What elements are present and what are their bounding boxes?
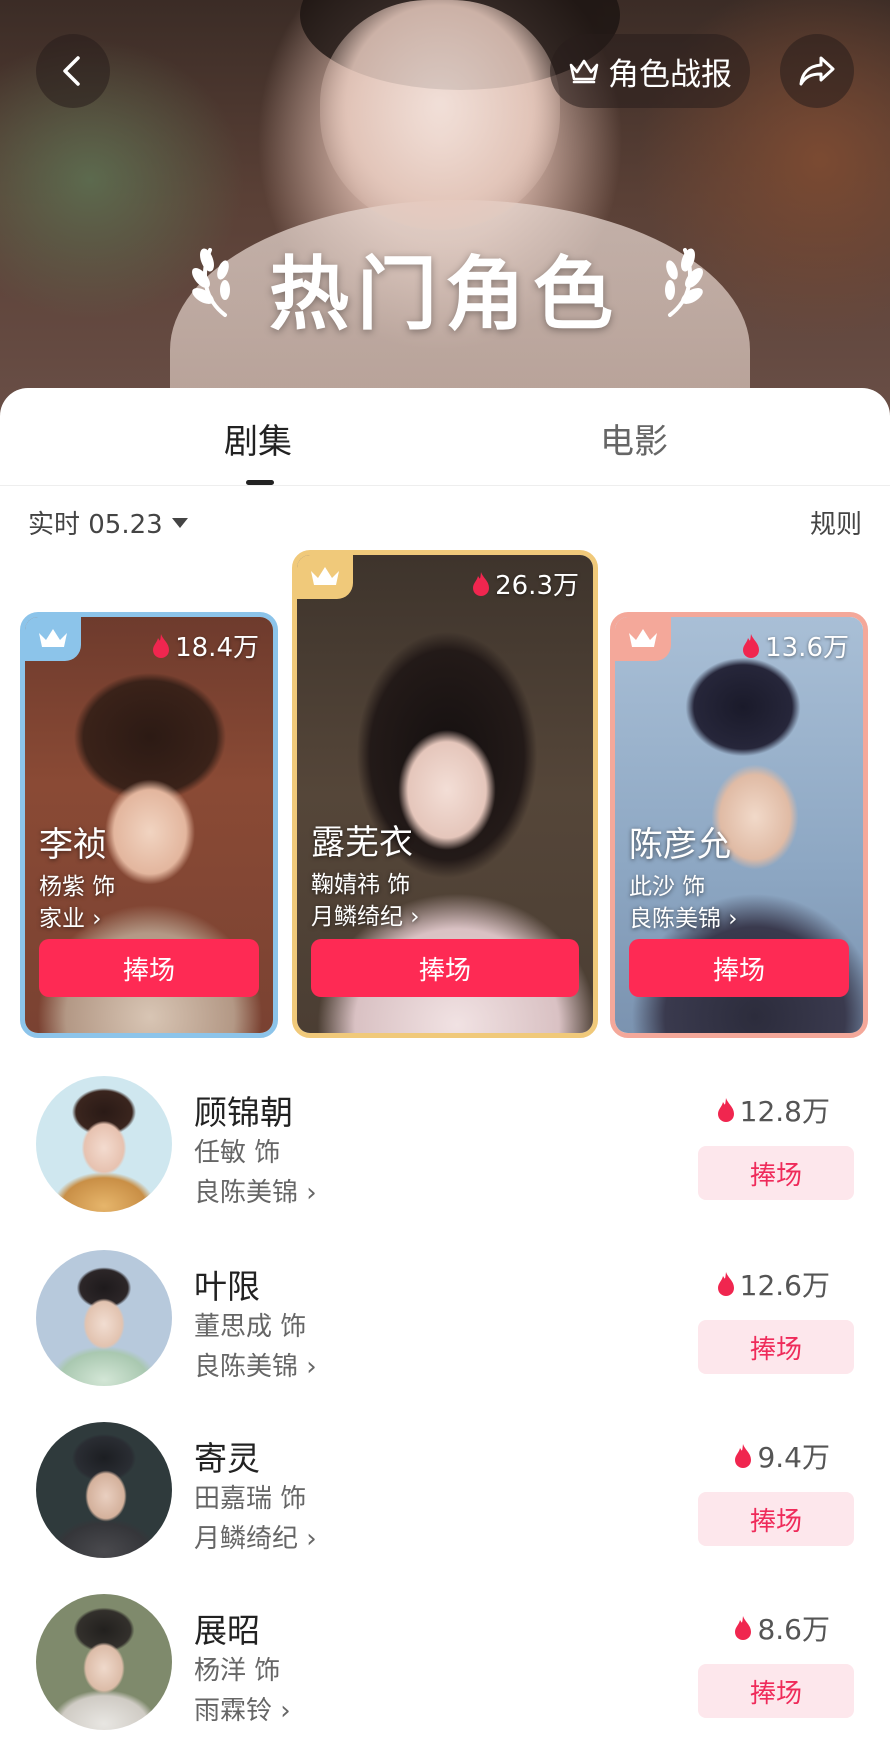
avatar xyxy=(36,1076,172,1212)
heat-value: 26.3万 xyxy=(495,571,579,601)
heat-count: 13.6万 xyxy=(741,627,849,664)
drama-link[interactable]: 家业 › xyxy=(39,899,102,933)
role-report-button[interactable]: 角色战报 xyxy=(550,34,750,108)
laurel-right-icon xyxy=(665,248,703,317)
top-card-rank-1[interactable]: 26.3万 露芜衣 鞠婧祎 饰 月鳞绮纪 › 捧场 xyxy=(292,550,598,1038)
tab-series[interactable]: 剧集 xyxy=(224,414,292,463)
drama-link[interactable]: 良陈美锦 › xyxy=(194,1172,317,1209)
hero-photo-face xyxy=(320,0,560,230)
hero-banner: 角色战报 热门角色 xyxy=(0,0,890,440)
drama-link[interactable]: 雨霖铃 › xyxy=(194,1690,291,1727)
drama-title: 月鳞绮纪 xyxy=(194,1524,299,1554)
crown-icon xyxy=(311,567,339,585)
active-tab-indicator xyxy=(246,480,274,485)
rules-link[interactable]: 规则 xyxy=(810,504,862,541)
role-name: 李祯 xyxy=(39,825,107,865)
chevron-left-icon xyxy=(63,56,80,86)
drama-title: 良陈美锦 xyxy=(194,1178,299,1208)
role-name: 露芜衣 xyxy=(311,823,413,863)
rank-badge xyxy=(615,617,671,661)
crown-icon xyxy=(39,629,67,647)
avatar xyxy=(36,1422,172,1558)
list-item[interactable]: 叶限 董思成 饰 良陈美锦 › 12.6万 捧场 xyxy=(0,1250,890,1410)
list-item[interactable]: 寄灵 田嘉瑞 饰 月鳞绮纪 › 9.4万 捧场 xyxy=(0,1422,890,1582)
actor-name: 杨紫 饰 xyxy=(39,874,116,900)
tab-movies[interactable]: 电影 xyxy=(600,414,668,463)
flame-icon xyxy=(717,1098,734,1122)
heat-value: 13.6万 xyxy=(765,633,849,663)
crown-icon xyxy=(629,629,657,647)
avatar xyxy=(36,1594,172,1730)
filter-row: 实时 05.23 规则 xyxy=(28,504,862,544)
heat-count: 12.6万 xyxy=(716,1264,830,1304)
role-name: 顾锦朝 xyxy=(194,1093,293,1132)
heat-count: 12.8万 xyxy=(716,1090,830,1130)
category-tabs: 剧集 电影 xyxy=(0,388,890,486)
support-button[interactable]: 捧场 xyxy=(629,939,849,997)
rank-badge xyxy=(297,555,353,599)
flame-icon xyxy=(735,1444,752,1468)
drama-link[interactable]: 月鳞绮纪 › xyxy=(194,1518,317,1555)
actor-name: 鞠婧祎 饰 xyxy=(311,872,411,898)
drama-title: 家业 xyxy=(39,906,85,932)
drama-title: 月鳞绮纪 xyxy=(311,904,403,930)
heat-count: 9.4万 xyxy=(733,1436,830,1476)
role-name: 展昭 xyxy=(194,1611,260,1650)
top-card-rank-2[interactable]: 18.4万 李祯 杨紫 饰 家业 › 捧场 xyxy=(20,612,278,1038)
drama-title: 雨霖铃 xyxy=(194,1696,273,1726)
actor-name: 此沙 饰 xyxy=(629,874,706,900)
actor-name: 杨洋 饰 xyxy=(194,1656,281,1686)
heat-value: 9.4万 xyxy=(757,1441,830,1474)
heat-value: 18.4万 xyxy=(175,633,259,663)
avatar xyxy=(36,1250,172,1386)
caret-down-icon[interactable] xyxy=(170,516,190,530)
drama-title: 良陈美锦 xyxy=(194,1352,299,1382)
support-button[interactable]: 捧场 xyxy=(698,1146,854,1200)
support-button[interactable]: 捧场 xyxy=(698,1664,854,1718)
heat-value: 12.6万 xyxy=(739,1269,830,1302)
top-card-rank-3[interactable]: 13.6万 陈彦允 此沙 饰 良陈美锦 › 捧场 xyxy=(610,612,868,1038)
back-button[interactable] xyxy=(36,34,110,108)
support-button[interactable]: 捧场 xyxy=(39,939,259,997)
drama-link[interactable]: 月鳞绮纪 › xyxy=(311,897,420,931)
role-report-label: 角色战报 xyxy=(608,56,732,93)
actor-name: 田嘉瑞 饰 xyxy=(194,1484,307,1514)
flame-icon xyxy=(735,1616,752,1640)
crown-icon xyxy=(569,59,599,84)
page-title: 热门角色 xyxy=(269,248,621,341)
drama-link[interactable]: 良陈美锦 › xyxy=(194,1346,317,1383)
role-name: 寄灵 xyxy=(194,1439,260,1478)
flame-icon xyxy=(153,633,170,658)
support-button[interactable]: 捧场 xyxy=(698,1320,854,1374)
heat-count: 26.3万 xyxy=(471,565,579,602)
support-button[interactable]: 捧场 xyxy=(311,939,579,997)
drama-link[interactable]: 良陈美锦 › xyxy=(629,899,738,933)
flame-icon xyxy=(717,1272,734,1296)
support-button[interactable]: 捧场 xyxy=(698,1492,854,1546)
heat-value: 8.6万 xyxy=(757,1613,830,1646)
date-filter-dropdown[interactable]: 实时 05.23 xyxy=(28,504,163,541)
role-name: 叶限 xyxy=(194,1267,260,1306)
heat-count: 18.4万 xyxy=(151,627,259,664)
flame-icon xyxy=(743,633,760,658)
actor-name: 董思成 饰 xyxy=(194,1312,307,1342)
list-item[interactable]: 展昭 杨洋 饰 雨霖铃 › 8.6万 捧场 xyxy=(0,1594,890,1740)
rank-badge xyxy=(25,617,81,661)
heat-count: 8.6万 xyxy=(733,1608,830,1648)
drama-title: 良陈美锦 xyxy=(629,906,721,932)
share-button[interactable] xyxy=(780,34,854,108)
role-name: 陈彦允 xyxy=(629,825,731,865)
flame-icon xyxy=(473,571,490,596)
heat-value: 12.8万 xyxy=(739,1095,830,1128)
share-arrow-icon xyxy=(799,56,835,86)
actor-name: 任敏 饰 xyxy=(194,1138,281,1168)
list-item[interactable]: 顾锦朝 任敏 饰 良陈美锦 › 12.8万 捧场 xyxy=(0,1076,890,1236)
